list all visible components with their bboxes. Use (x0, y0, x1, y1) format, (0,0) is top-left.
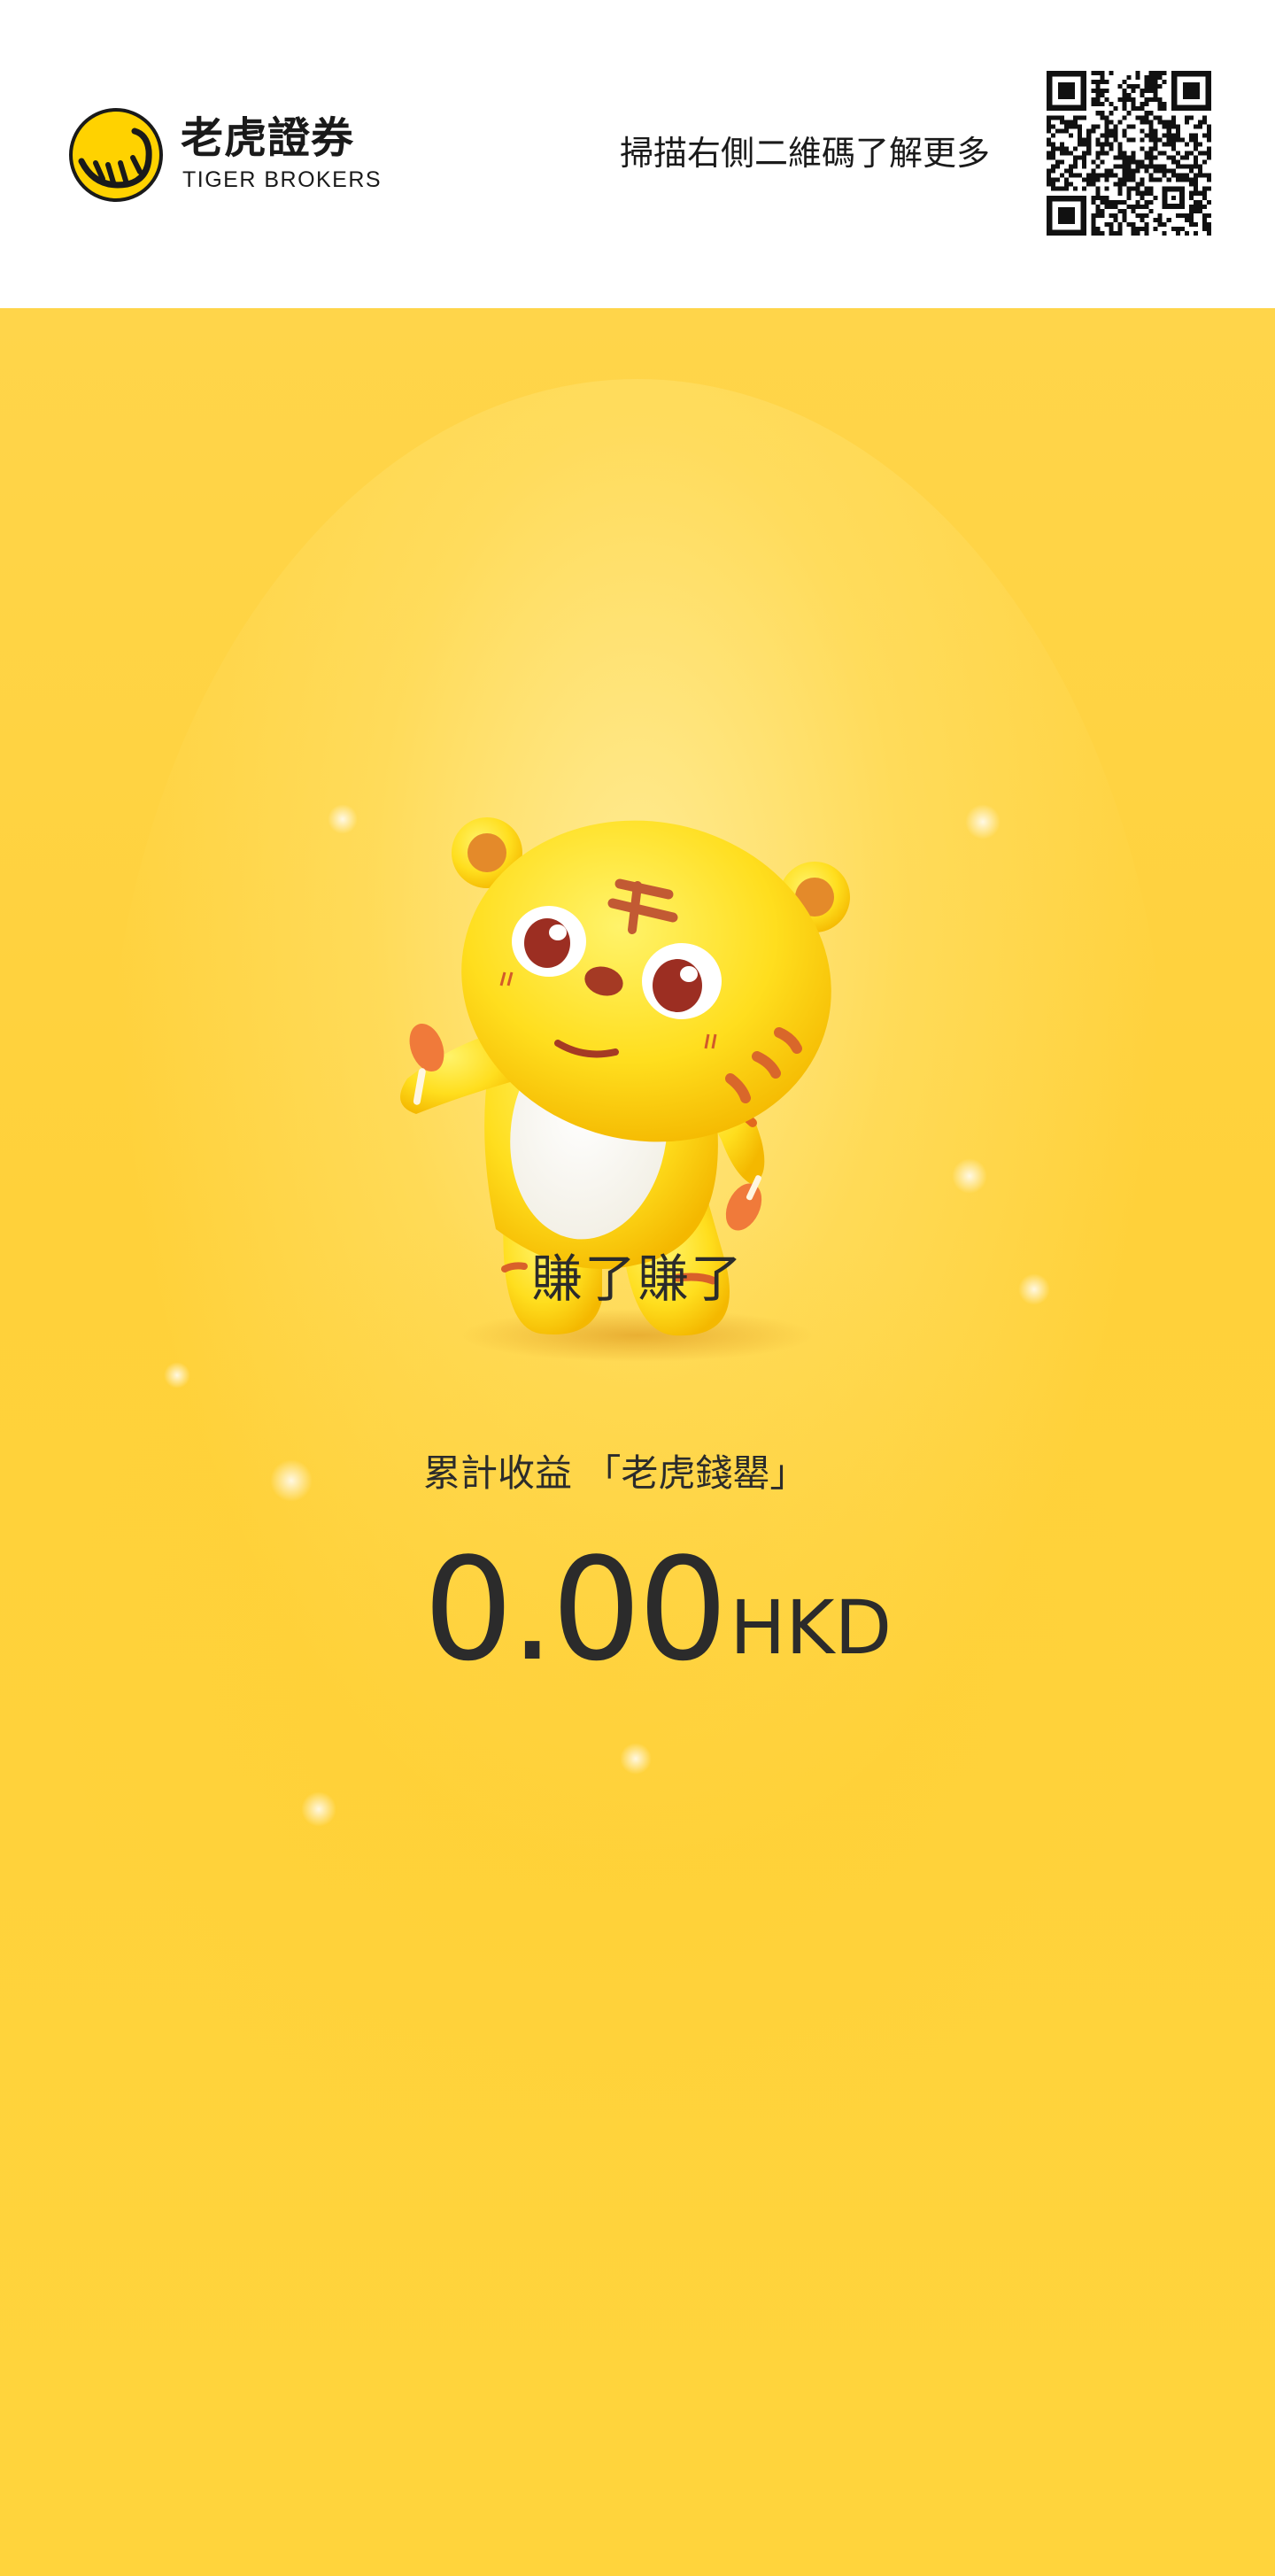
cumulative-earnings-label: 累計收益 「老虎錢罌」 (423, 1451, 808, 1495)
tiger-stripes-logo-icon (69, 108, 163, 202)
sparkle (164, 1362, 190, 1389)
earned-title: 賺了賺了 (530, 1249, 744, 1309)
sparkle (270, 1459, 313, 1502)
brand-name-cn: 老虎證券 (181, 113, 355, 163)
earnings-amount: 0.00HKD (423, 1530, 892, 1690)
scan-qr-hint: 掃描右側二維碼了解更多 (620, 134, 991, 173)
sparkle (965, 804, 1001, 839)
amount-currency: HKD (730, 1584, 892, 1671)
brand-name-en: TIGER BROKERS (182, 167, 382, 192)
sparkle (952, 1158, 987, 1194)
sparkle (328, 804, 358, 834)
page-header: 老虎證券 TIGER BROKERS 掃描右側二維碼了解更多 (0, 0, 1275, 308)
qr-code-icon[interactable] (1047, 71, 1211, 236)
sparkle (301, 1791, 336, 1827)
main-panel: 賺了賺了 累計收益 「老虎錢罌」 0.00HKD (0, 308, 1275, 2576)
sparkle (620, 1743, 652, 1775)
amount-value: 0.00 (423, 1527, 728, 1692)
